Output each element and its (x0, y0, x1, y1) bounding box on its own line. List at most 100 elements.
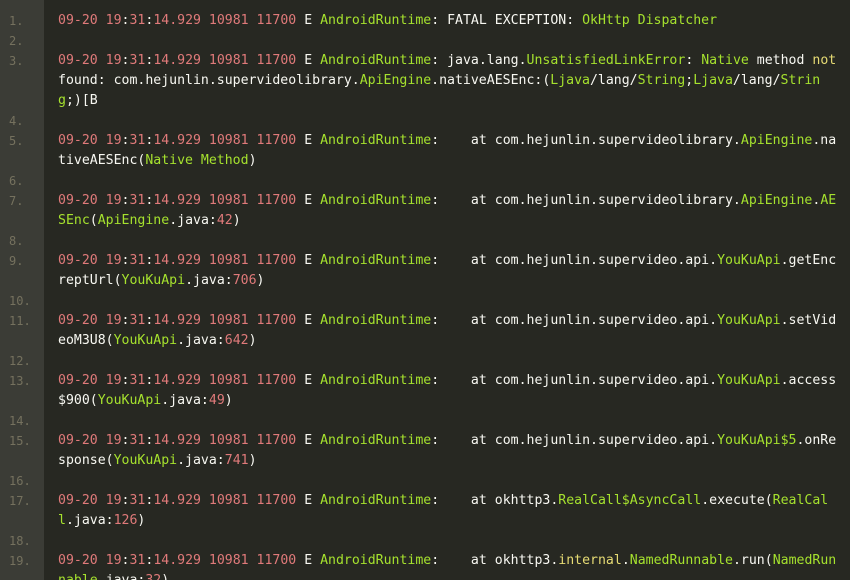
line-content: 09-20 19:31:14.929 10981 11700 E Android… (58, 371, 842, 411)
code-token: 09-20 19 (58, 313, 122, 328)
code-line: 18. (0, 531, 850, 551)
code-token: AndroidRuntime (320, 313, 432, 328)
code-line: 6. (0, 171, 850, 191)
code-token: YouKuApi (113, 453, 178, 468)
line-number: 19. (9, 554, 31, 568)
code-token: 14.929 10981 11700 (153, 313, 297, 328)
code-token: ;)[B (65, 93, 98, 108)
line-content: 09-20 19:31:14.929 10981 11700 E Android… (58, 311, 842, 351)
line-content: 09-20 19:31:14.929 10981 11700 E Android… (58, 11, 842, 31)
code-token: String (637, 73, 686, 88)
code-token: YouKuApi (717, 253, 781, 268)
code-line: 4. (0, 111, 850, 131)
code-token: 31 (129, 433, 146, 448)
code-line: 17. 09-20 19:31:14.929 10981 11700 E Andr… (0, 491, 850, 531)
code-token: ) (248, 153, 257, 168)
line-number: 2. (9, 34, 24, 48)
code-token: ( (89, 213, 98, 228)
code-token: RealCall$AsyncCall (558, 493, 702, 508)
code-token: : at com.hejunlin.supervideo.api. (431, 313, 718, 328)
line-content: 09-20 19:31:14.929 10981 11700 E Android… (58, 51, 842, 111)
line-content: 09-20 19:31:14.929 10981 11700 E Android… (58, 491, 842, 531)
code-token: : at com.hejunlin.supervideolibrary. (431, 133, 741, 148)
code-token: ) (224, 393, 233, 408)
line-number: 4. (9, 114, 24, 128)
line-number: 3. (9, 54, 24, 68)
code-line: 11. 09-20 19:31:14.929 10981 11700 E Andr… (0, 311, 850, 351)
code-token: ApiEngine (740, 133, 813, 148)
code-token: .java: (65, 513, 114, 528)
code-token: : java.lang. (431, 53, 527, 68)
line-number: 15. (9, 434, 31, 448)
code-token: 126 (113, 513, 138, 528)
code-token: YouKuApi$5 (717, 433, 797, 448)
line-content (58, 31, 842, 51)
code-line: 5. 09-20 19:31:14.929 10981 11700 E Andro… (0, 131, 850, 171)
code-token: 31 (129, 253, 146, 268)
line-number: 6. (9, 174, 24, 188)
line-content (58, 411, 842, 431)
line-number: 9. (9, 254, 24, 268)
code-token: E (296, 193, 321, 208)
line-content (58, 231, 842, 251)
code-token: E (296, 553, 321, 568)
code-token: 49 (208, 393, 225, 408)
code-token: UnsatisfiedLinkError (526, 53, 686, 68)
code-token: 31 (129, 133, 146, 148)
code-token: .java: (169, 213, 217, 228)
code-token: 14.929 10981 11700 (153, 493, 297, 508)
code-token: .java: (177, 333, 225, 348)
code-token: Native (701, 53, 749, 68)
code-token: OkHttp Dispatcher (582, 13, 718, 28)
code-token: Native Method (145, 153, 249, 168)
code-token: ; (685, 73, 694, 88)
code-line: 7. 09-20 19:31:14.929 10981 11700 E Andro… (0, 191, 850, 231)
code-token: YouKuApi (717, 373, 781, 388)
line-content (58, 351, 842, 371)
code-token: : FATAL EXCEPTION: (431, 13, 583, 28)
code-token: E (296, 133, 321, 148)
code-token: AndroidRuntime (320, 373, 432, 388)
code-token: .java: (161, 393, 209, 408)
line-number: 10. (9, 294, 31, 308)
code-token: YouKuApi (97, 393, 162, 408)
code-token: : at okhttp3. (431, 493, 559, 508)
code-token: 14.929 10981 11700 (153, 553, 297, 568)
code-token: .java: (98, 573, 146, 580)
code-token: YouKuApi (717, 313, 781, 328)
code-token: ) (161, 573, 169, 580)
code-token: 706 (232, 273, 257, 288)
code-token: .java: (177, 453, 225, 468)
code-token: : (685, 53, 702, 68)
code-token: 09-20 19 (58, 13, 122, 28)
code-token: ) (248, 333, 257, 348)
code-line: 13. 09-20 19:31:14.929 10981 11700 E Andr… (0, 371, 850, 411)
line-number: 13. (9, 374, 31, 388)
code-lines: 1. 09-20 19:31:14.929 10981 11700 E Andro… (0, 11, 850, 580)
code-token: AndroidRuntime (320, 193, 432, 208)
code-token: 09-20 19 (58, 193, 122, 208)
code-token: .run( (732, 553, 773, 568)
code-token: 14.929 10981 11700 (153, 373, 297, 388)
code-token: 14.929 10981 11700 (153, 193, 297, 208)
code-token: E (296, 433, 321, 448)
code-token: 42 (216, 213, 233, 228)
code-token: : at okhttp3. (431, 553, 559, 568)
code-token: ApiEngine (97, 213, 170, 228)
code-token: 09-20 19 (58, 53, 122, 68)
code-token: E (296, 493, 321, 508)
code-token: 09-20 19 (58, 553, 122, 568)
code-token: ) (137, 513, 146, 528)
code-token: AndroidRuntime (320, 433, 432, 448)
code-token: 31 (129, 373, 146, 388)
code-line: 12. (0, 351, 850, 371)
code-token: : at com.hejunlin.supervideo.api. (431, 433, 718, 448)
code-token: ) (232, 213, 241, 228)
code-token: 09-20 19 (58, 433, 122, 448)
code-token: 14.929 10981 11700 (153, 253, 297, 268)
code-token: ) (248, 453, 257, 468)
code-token: 14.929 10981 11700 (153, 53, 297, 68)
line-number: 11. (9, 314, 31, 328)
line-number: 18. (9, 534, 31, 548)
code-line: 15. 09-20 19:31:14.929 10981 11700 E Andr… (0, 431, 850, 471)
